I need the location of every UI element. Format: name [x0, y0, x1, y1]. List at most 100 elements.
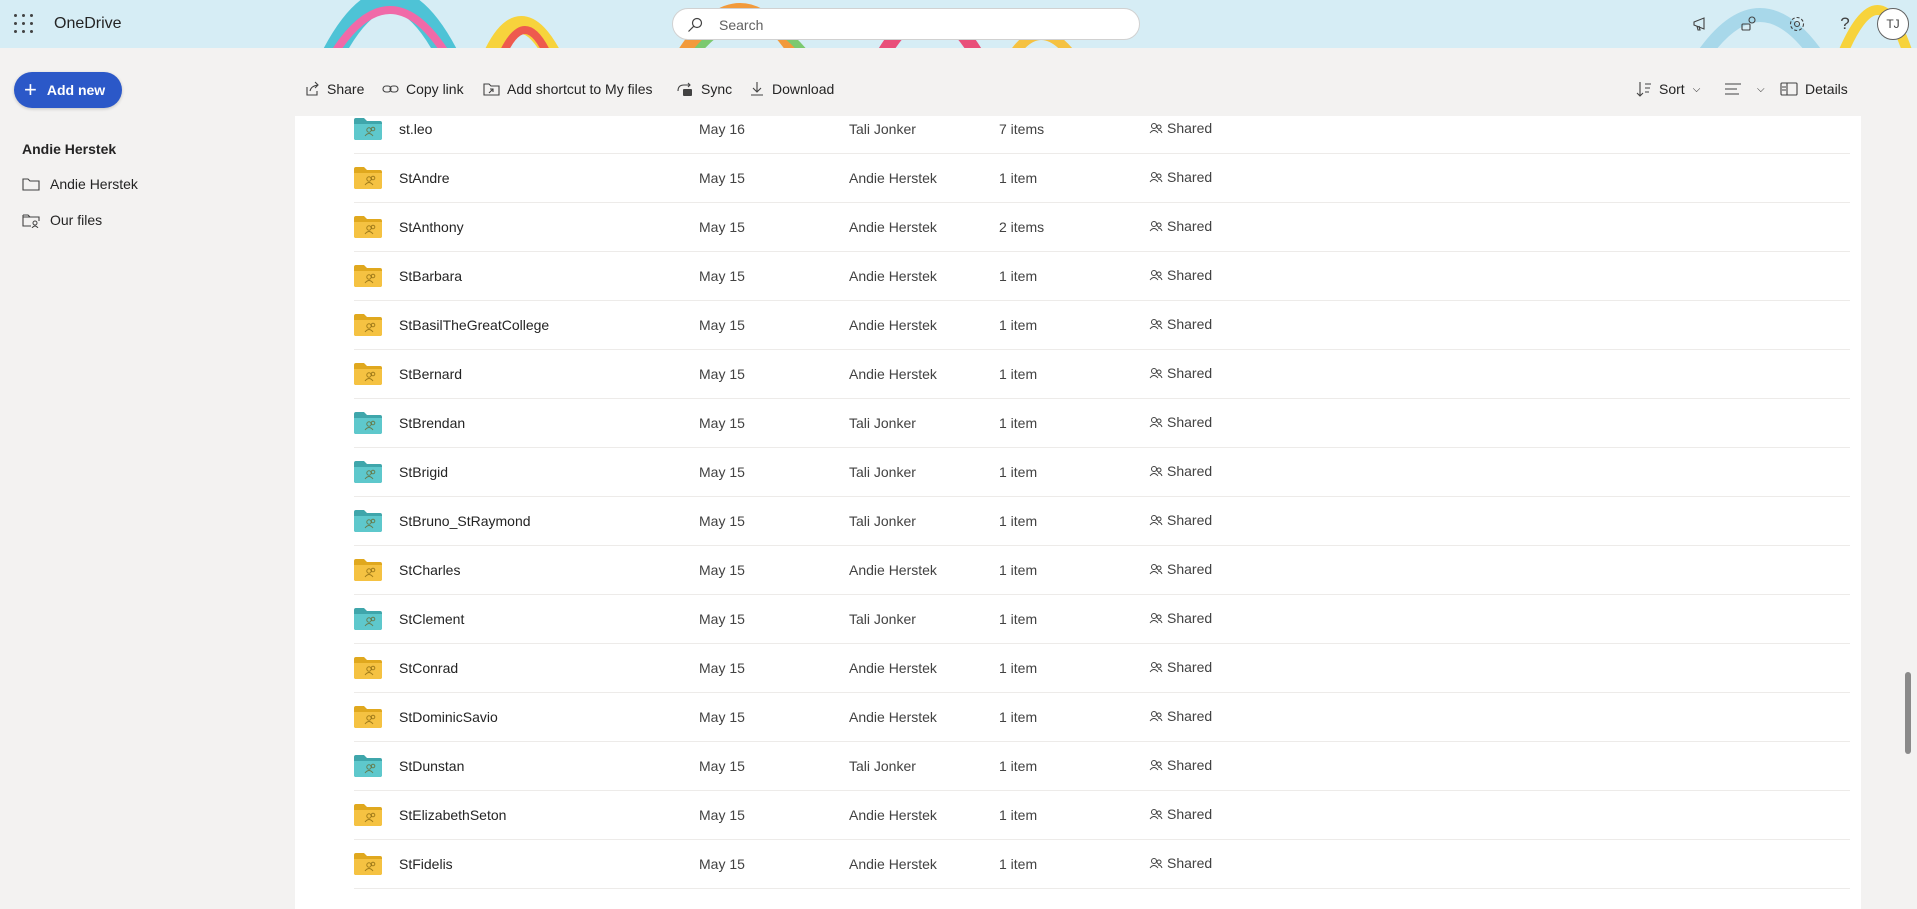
file-row[interactable]: StDunstan May 15 Tali Jonker 1 item Shared [354, 742, 1850, 791]
sharing-status[interactable]: Shared [1149, 512, 1212, 528]
file-name[interactable]: StDominicSavio [399, 709, 498, 725]
file-owner: Tali Jonker [849, 464, 916, 480]
app-title[interactable]: OneDrive [54, 15, 122, 33]
sharing-status[interactable]: Shared [1149, 659, 1212, 675]
people-icon [1149, 662, 1163, 673]
add-shortcut-button[interactable]: Add shortcut to My files [483, 76, 653, 102]
settings-button[interactable] [1773, 0, 1821, 48]
link-icon [382, 85, 399, 93]
share-feedback-button[interactable] [1725, 0, 1773, 48]
sharing-label: Shared [1167, 120, 1213, 136]
sharing-label: Shared [1167, 708, 1213, 724]
copy-link-button[interactable]: Copy link [382, 76, 464, 102]
file-name[interactable]: StClement [399, 611, 464, 627]
vertical-scrollbar[interactable] [1905, 672, 1911, 754]
top-bar: OneDrive ? TJ [0, 0, 1917, 48]
people-icon [1149, 270, 1163, 281]
sharing-status[interactable]: Shared [1149, 218, 1212, 234]
sharing-status[interactable]: Shared [1149, 316, 1212, 332]
file-row[interactable]: StAndre May 15 Andie Herstek 1 item Shared [354, 154, 1850, 203]
file-name[interactable]: StAndre [399, 170, 450, 186]
view-options-button[interactable]: ⌵ [1724, 76, 1765, 102]
sharing-status[interactable]: Shared [1149, 120, 1212, 136]
file-row[interactable]: StBruno_StRaymond May 15 Tali Jonker 1 item… [354, 497, 1850, 546]
file-modified: May 15 [699, 513, 745, 529]
file-owner: Andie Herstek [849, 856, 937, 872]
sync-button[interactable]: Sync [676, 76, 732, 102]
sort-button[interactable]: Sort ⌵ [1636, 76, 1700, 102]
details-button[interactable]: Details [1780, 76, 1848, 102]
sharing-status[interactable]: Shared [1149, 414, 1212, 430]
file-name[interactable]: StCharles [399, 562, 460, 578]
sharing-label: Shared [1167, 316, 1213, 332]
sharing-status[interactable]: Shared [1149, 267, 1212, 283]
sharing-status[interactable]: Shared [1149, 708, 1212, 724]
file-name[interactable]: StBrendan [399, 415, 465, 431]
search-icon [688, 17, 703, 32]
file-row[interactable]: StConrad May 15 Andie Herstek 1 item Shared [354, 644, 1850, 693]
app-launcher-icon[interactable] [12, 12, 36, 36]
file-size: 1 item [999, 317, 1038, 333]
announcements-button[interactable] [1677, 0, 1725, 48]
sharing-status[interactable]: Shared [1149, 610, 1212, 626]
file-name[interactable]: StElizabethSeton [399, 807, 506, 823]
file-modified: May 15 [699, 170, 745, 186]
file-row[interactable]: StBarbara May 15 Andie Herstek 1 item Shared [354, 252, 1850, 301]
file-row[interactable]: StCharles May 15 Andie Herstek 1 item Shared [354, 546, 1850, 595]
search-input[interactable] [719, 15, 1119, 35]
file-row[interactable]: StClement May 15 Tali Jonker 1 item Shared [354, 595, 1850, 644]
people-icon [1149, 123, 1163, 134]
sharing-status[interactable]: Shared [1149, 561, 1212, 577]
share-button[interactable]: Share [304, 76, 364, 102]
file-owner: Andie Herstek [849, 219, 937, 235]
sidebar-item-andie-herstek[interactable]: Andie Herstek [22, 172, 138, 196]
shared-folder-icon [354, 363, 382, 385]
file-name[interactable]: StAnthony [399, 219, 464, 235]
file-name[interactable]: StBernard [399, 366, 462, 382]
sharing-status[interactable]: Shared [1149, 169, 1212, 185]
shared-folder-icon [354, 804, 382, 826]
share-icon [306, 81, 319, 96]
file-row[interactable]: StElizabethSeton May 15 Andie Herstek 1 ite… [354, 791, 1850, 840]
file-name[interactable]: StBasilTheGreatCollege [399, 317, 549, 333]
search-box[interactable] [672, 8, 1140, 40]
file-name[interactable]: StConrad [399, 660, 458, 676]
file-row[interactable]: StDominicSavio May 15 Andie Herstek 1 item S… [354, 693, 1850, 742]
file-modified: May 15 [699, 464, 745, 480]
shared-folder-icon [354, 559, 382, 581]
file-row[interactable]: StBrendan May 15 Tali Jonker 1 item Shared [354, 399, 1850, 448]
file-name[interactable]: StBrigid [399, 464, 448, 480]
file-name[interactable]: st.leo [399, 121, 432, 137]
help-button[interactable]: ? [1821, 0, 1869, 48]
file-size: 1 item [999, 660, 1038, 676]
file-size: 1 item [999, 562, 1038, 578]
file-size: 7 items [999, 121, 1045, 137]
file-row[interactable]: StBrigid May 15 Tali Jonker 1 item Shared [354, 448, 1850, 497]
file-row[interactable]: StAnthony May 15 Andie Herstek 2 items Share… [354, 203, 1850, 252]
file-owner: Andie Herstek [849, 170, 937, 186]
people-icon [1149, 858, 1163, 869]
file-name[interactable]: StBarbara [399, 268, 462, 284]
sharing-status[interactable]: Shared [1149, 855, 1212, 871]
file-name[interactable]: StFidelis [399, 856, 453, 872]
file-row[interactable]: StBernard May 15 Andie Herstek 1 item Shared [354, 350, 1850, 399]
sharing-status[interactable]: Shared [1149, 757, 1212, 773]
file-owner: Andie Herstek [849, 660, 937, 676]
file-name[interactable]: StBruno_StRaymond [399, 513, 531, 529]
shared-folder-icon [354, 608, 382, 630]
people-icon [1149, 711, 1163, 722]
sharing-status[interactable]: Shared [1149, 365, 1212, 381]
file-row[interactable]: StFidelis May 15 Andie Herstek 1 item Shared [354, 840, 1850, 889]
file-row[interactable]: StBasilTheGreatCollege May 15 Andie Herste… [354, 301, 1850, 350]
file-owner: Andie Herstek [849, 562, 937, 578]
add-new-button[interactable]: + Add new [14, 72, 122, 108]
download-button[interactable]: Download [749, 76, 834, 102]
shared-folder-icon [354, 755, 382, 777]
file-name[interactable]: StDunstan [399, 758, 464, 774]
sidebar-item-our-files[interactable]: Our files [22, 208, 102, 232]
file-row[interactable]: st.leo May 16 Tali Jonker 7 items Shared [354, 116, 1850, 154]
sharing-status[interactable]: Shared [1149, 463, 1212, 479]
sharing-status[interactable]: Shared [1149, 806, 1212, 822]
account-avatar[interactable]: TJ [1877, 8, 1909, 40]
shared-folder-icon [354, 314, 382, 336]
